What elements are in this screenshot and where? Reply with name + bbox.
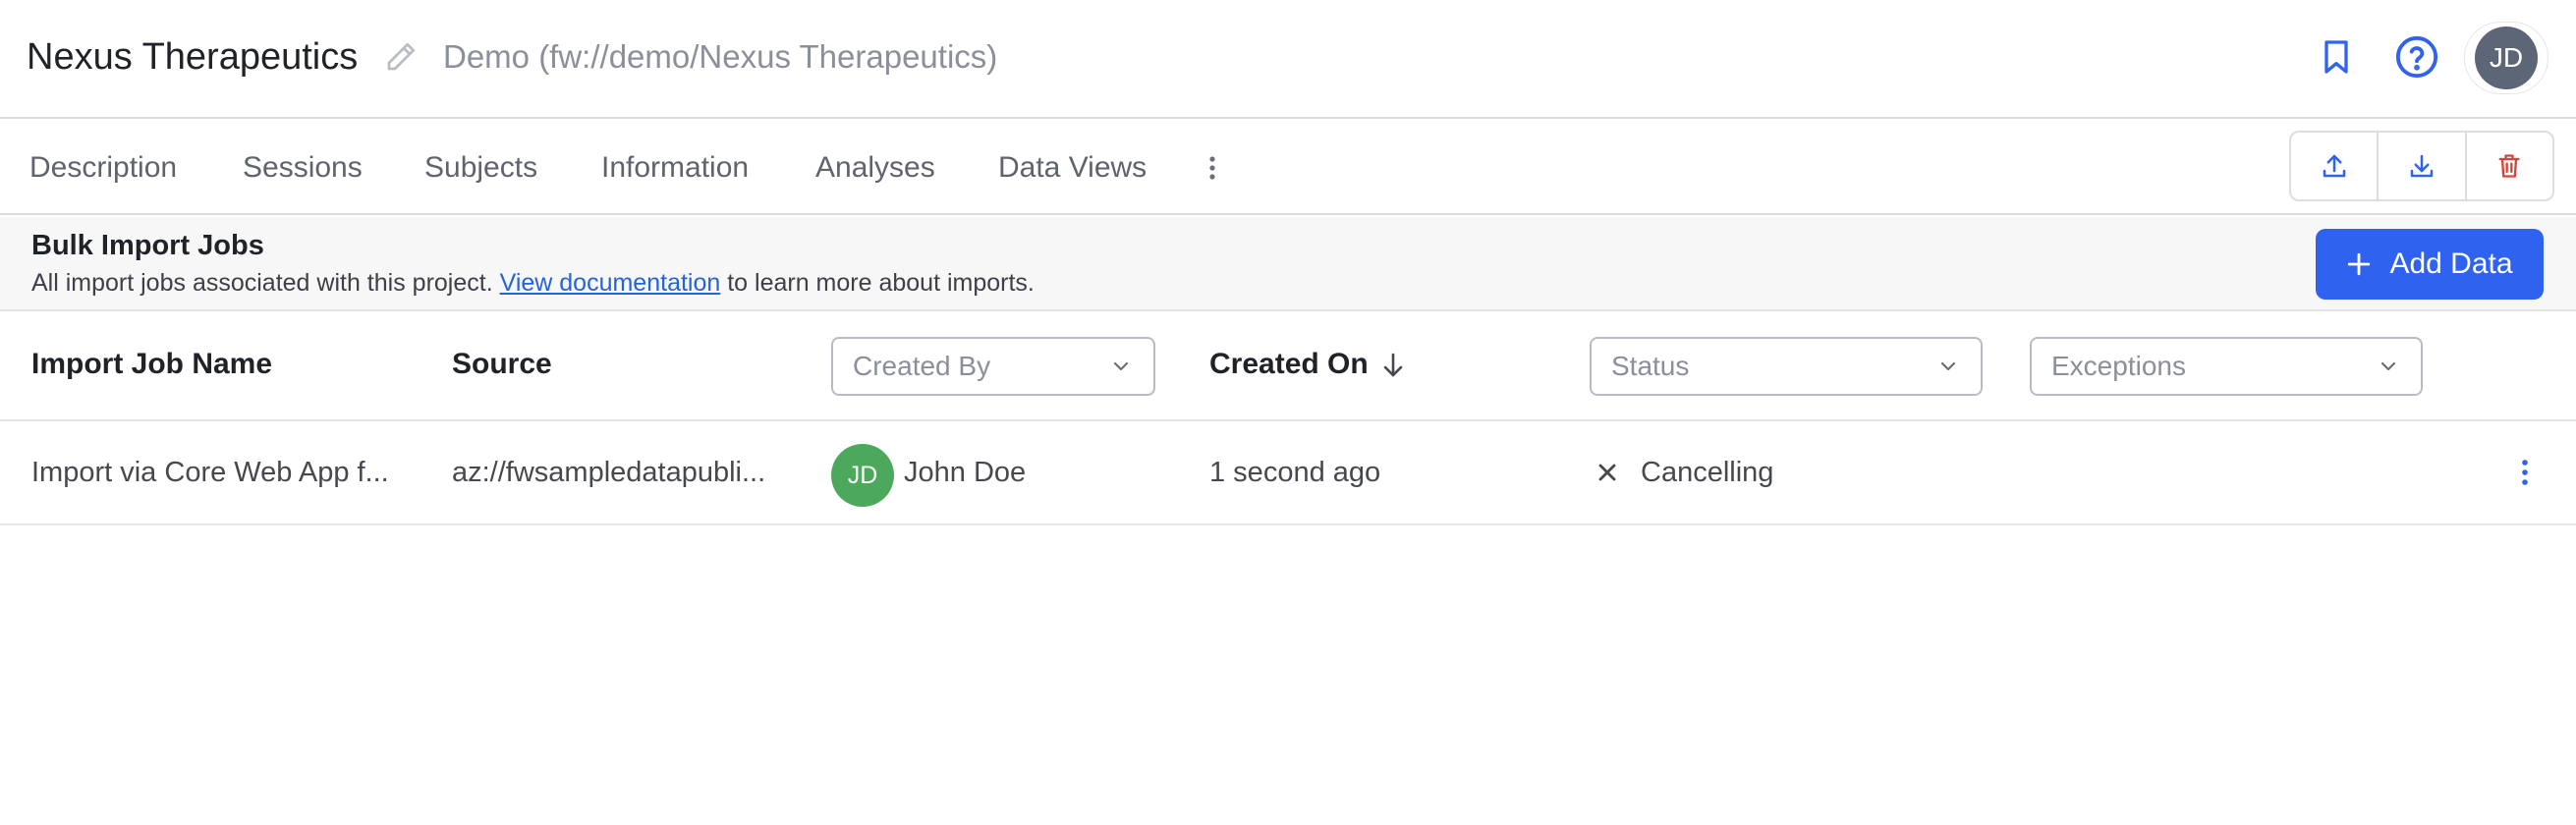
tab-information[interactable]: Information: [601, 148, 749, 188]
tab-data-views[interactable]: Data Views: [998, 148, 1147, 188]
plus-icon: [2348, 252, 2371, 276]
help-button[interactable]: [2389, 29, 2444, 84]
tab-sessions[interactable]: Sessions: [243, 148, 363, 188]
section-header: Bulk Import Jobs All import jobs associa…: [0, 217, 2576, 311]
tab-analyses[interactable]: Analyses: [815, 148, 935, 188]
table-row[interactable]: Import via Core Web App f... az://fwsamp…: [0, 421, 2576, 525]
delete-button[interactable]: [2464, 133, 2552, 199]
trash-icon: [2498, 154, 2520, 178]
bookmark-button[interactable]: [2309, 29, 2364, 84]
tab-bar: Description Sessions Subjects Informatio…: [0, 119, 2576, 215]
created-by-cell: John Doe: [904, 457, 1027, 488]
download-icon: [2410, 154, 2434, 178]
status-cell: Cancelling: [1641, 457, 1774, 488]
upload-icon: [2323, 154, 2345, 178]
section-title: Bulk Import Jobs: [31, 230, 264, 261]
chevron-down-icon: [1113, 361, 1129, 371]
status-filter[interactable]: Status: [1590, 337, 1983, 396]
description-text: All import jobs associated with this pro…: [31, 269, 500, 297]
table-header: Import Job Name Source Created By Create…: [0, 311, 2576, 421]
created-on-cell: 1 second ago: [1209, 457, 1381, 488]
view-documentation-link[interactable]: View documentation: [500, 269, 721, 297]
help-circle-icon: [2395, 35, 2438, 79]
close-icon: [1598, 464, 1616, 481]
chevron-down-icon: [2380, 361, 2396, 371]
project-path: Demo (fw://demo/Nexus Therapeutics): [443, 38, 998, 75]
created-by-filter[interactable]: Created By: [831, 337, 1155, 396]
job-name-cell[interactable]: Import via Core Web App f...: [31, 453, 415, 492]
column-header-name: Import Job Name: [31, 348, 273, 380]
upload-button[interactable]: [2291, 133, 2377, 199]
tab-subjects[interactable]: Subjects: [424, 148, 537, 188]
exceptions-filter[interactable]: Exceptions: [2030, 337, 2423, 396]
avatar: JD: [831, 444, 894, 507]
add-data-label: Add Data: [2389, 248, 2513, 280]
exceptions-filter-label: Exceptions: [2051, 351, 2186, 381]
created-on-sort[interactable]: Created On: [1209, 345, 1404, 384]
chevron-down-icon: [1940, 361, 1956, 371]
download-button[interactable]: [2377, 133, 2464, 199]
section-description: All import jobs associated with this pro…: [31, 266, 1035, 300]
project-title: Nexus Therapeutics: [27, 36, 359, 78]
kebab-menu-icon: [1209, 156, 1215, 180]
user-menu[interactable]: JD: [2464, 22, 2548, 94]
created-by-filter-label: Created By: [853, 351, 991, 381]
kebab-menu-icon: [2522, 460, 2528, 485]
project-actions: [2289, 131, 2554, 201]
column-header-created-on: Created On: [1209, 348, 1369, 380]
description-text-end: to learn more about imports.: [720, 269, 1035, 297]
bookmark-icon: [2324, 40, 2348, 74]
tab-description[interactable]: Description: [29, 148, 177, 188]
pencil-icon[interactable]: [383, 39, 419, 75]
add-data-button[interactable]: Add Data: [2316, 229, 2544, 300]
row-actions-button[interactable]: [2511, 453, 2539, 492]
more-tabs-button[interactable]: [1199, 148, 1226, 188]
column-header-source: Source: [452, 348, 552, 380]
status-filter-label: Status: [1611, 351, 1690, 381]
arrow-down-icon: [1383, 353, 1403, 377]
avatar: JD: [2475, 27, 2538, 89]
source-cell: az://fwsampledatapubli...: [452, 457, 766, 488]
top-header: Nexus Therapeutics Demo (fw://demo/Nexus…: [0, 0, 2576, 119]
